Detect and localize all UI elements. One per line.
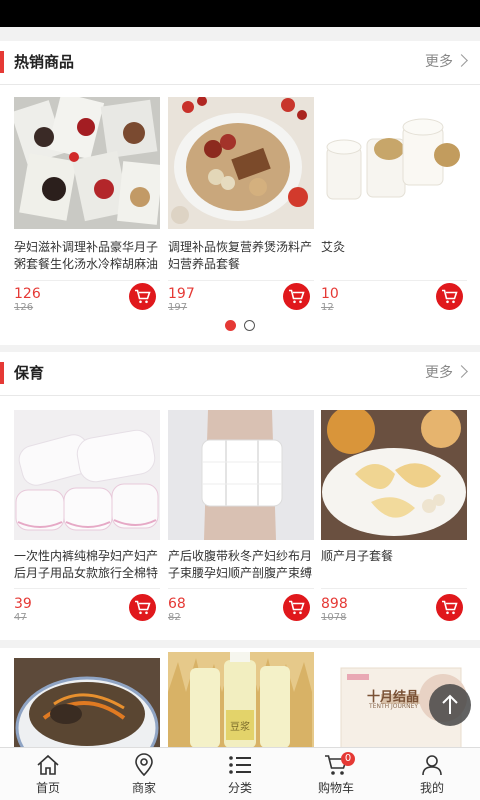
add-to-cart-button[interactable] <box>283 594 310 621</box>
product-card[interactable]: 艾灸 10 12 <box>321 97 467 322</box>
more-link[interactable]: 更多 <box>425 51 468 73</box>
home-icon <box>37 754 59 775</box>
section-title: 保育 <box>14 364 45 382</box>
add-to-cart-button[interactable] <box>283 283 310 310</box>
product-name: 一次性内裤纯棉孕妇产妇产后月子用品女款旅行全棉特大码 <box>14 549 159 580</box>
add-to-cart-button[interactable] <box>436 283 463 310</box>
divider <box>168 588 314 589</box>
more-label: 更多 <box>425 54 453 70</box>
list-icon <box>229 756 251 774</box>
pager-dot-active[interactable] <box>225 320 236 331</box>
divider <box>14 588 160 589</box>
cart-icon <box>135 289 151 304</box>
tab-categories[interactable]: 分类 <box>192 748 288 800</box>
product-list: 一次性内裤纯棉孕妇产妇产后月子用品女款旅行全棉特大码 39 47 <box>0 410 480 630</box>
arrow-up-icon <box>442 694 458 714</box>
add-to-cart-button[interactable] <box>129 594 156 621</box>
location-pin-icon <box>135 753 153 777</box>
product-card[interactable]: 孕妇滋补调理补品豪华月子粥套餐生化汤水冷榨胡麻油食品 126 126 <box>14 97 160 322</box>
divider <box>321 280 467 281</box>
product-image <box>14 97 160 229</box>
bottle-label: 豆浆 <box>230 722 250 733</box>
product-price: 197 <box>168 286 195 302</box>
product-image <box>14 658 160 748</box>
hot-products-section: 热销商品 更多 孕妇滋补调理补品豪华月子粥套餐生化汤水冷榨胡麻油 126 126… <box>0 41 480 345</box>
divider <box>168 280 314 281</box>
section-header: 保育 更多 <box>0 352 480 396</box>
product-image <box>168 97 314 229</box>
product-name: 产后收腹带秋冬产妇纱布月子束腰孕妇顺产剖腹产束缚带 <box>168 549 313 580</box>
divider <box>14 280 160 281</box>
cart-icon <box>289 600 305 615</box>
user-icon <box>422 755 442 776</box>
tab-home[interactable]: 首页 <box>0 748 96 800</box>
product-card[interactable]: 调理补品恢复营养煲汤料产妇营养品套餐 197 197 <box>168 97 314 322</box>
pager-dot[interactable] <box>244 320 255 331</box>
care-section: 保育 更多 一次性内裤纯棉孕妇产妇产后月子用品女款旅行全棉特大码 39 47 <box>0 352 480 640</box>
back-to-top-button[interactable] <box>429 684 471 726</box>
original-price: 12 <box>321 302 334 313</box>
product-card[interactable]: 豆浆 <box>168 652 314 748</box>
cart-icon <box>135 600 151 615</box>
tab-profile[interactable]: 我的 <box>384 748 480 800</box>
product-price: 898 <box>321 596 348 612</box>
original-price: 1078 <box>321 612 347 623</box>
tab-label: 我的 <box>419 781 444 795</box>
cart-icon <box>289 289 305 304</box>
product-card[interactable]: 顺产月子套餐 898 1078 <box>321 410 467 630</box>
add-to-cart-button[interactable] <box>129 283 156 310</box>
status-bar <box>0 0 480 27</box>
original-price: 47 <box>14 612 27 623</box>
product-price: 126 <box>14 286 41 302</box>
product-card[interactable]: 产后收腹带秋冬产妇纱布月子束腰孕妇顺产剖腹产束缚带 68 82 <box>168 410 314 630</box>
third-section: 豆浆 十月结晶 TENTH JOURNEY <box>0 648 480 748</box>
carousel-pager <box>0 320 480 332</box>
cart-icon <box>442 600 458 615</box>
cart-icon <box>442 289 458 304</box>
section-accent-bar <box>0 362 4 384</box>
product-image: 豆浆 <box>168 652 314 748</box>
product-price: 68 <box>168 596 186 612</box>
product-price: 10 <box>321 286 339 302</box>
original-price: 197 <box>168 302 188 313</box>
tab-label: 分类 <box>227 781 252 795</box>
tab-merchants[interactable]: 商家 <box>96 748 192 800</box>
tab-label: 商家 <box>131 781 156 795</box>
chevron-right-icon <box>455 365 468 378</box>
section-accent-bar <box>0 51 4 73</box>
more-link[interactable]: 更多 <box>425 362 468 384</box>
divider <box>321 588 467 589</box>
product-image <box>321 410 467 540</box>
product-name: 艾灸 <box>321 240 346 254</box>
tab-label: 首页 <box>35 781 60 795</box>
tab-cart[interactable]: 0 购物车 <box>288 748 384 800</box>
original-price: 82 <box>168 612 181 623</box>
section-title: 热销商品 <box>14 53 75 71</box>
add-to-cart-button[interactable] <box>436 594 463 621</box>
section-header: 热销商品 更多 <box>0 41 480 85</box>
product-image <box>14 410 160 540</box>
bottom-tab-bar: 首页 商家 分类 0 购物车 我的 <box>0 747 480 800</box>
original-price: 126 <box>14 302 34 313</box>
product-carousel[interactable]: 孕妇滋补调理补品豪华月子粥套餐生化汤水冷榨胡麻油食品 126 126 <box>0 97 480 322</box>
product-image <box>168 410 314 540</box>
product-price: 39 <box>14 596 32 612</box>
product-name: 孕妇滋补调理补品豪华月子粥套餐生化汤水冷榨胡麻油食品 <box>14 240 159 271</box>
package-brand-sub: TENTH JOURNEY <box>369 703 419 710</box>
product-card[interactable] <box>14 658 160 748</box>
cart-badge: 0 <box>341 752 355 766</box>
more-label: 更多 <box>425 365 453 381</box>
product-image <box>321 97 467 229</box>
product-name: 调理补品恢复营养煲汤料产妇营养品套餐 <box>168 240 313 271</box>
product-card[interactable]: 一次性内裤纯棉孕妇产妇产后月子用品女款旅行全棉特大码 39 47 <box>14 410 160 630</box>
chevron-right-icon <box>455 54 468 67</box>
product-name: 顺产月子套餐 <box>321 549 394 563</box>
tab-label: 购物车 <box>317 781 354 795</box>
